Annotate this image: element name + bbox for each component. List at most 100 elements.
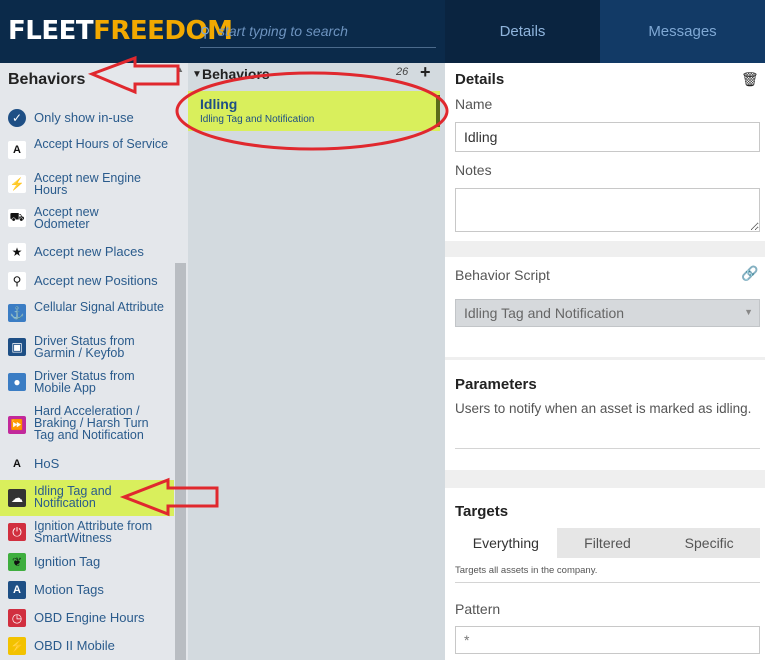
pattern-input[interactable] (455, 626, 760, 654)
scroll-up-icon[interactable]: ▲ (176, 65, 184, 74)
details-heading: Details (455, 71, 505, 88)
leaf-icon: ❦ (8, 553, 26, 571)
targets-section: Targets Everything Filtered Specific Tar… (445, 488, 765, 660)
sidebar-item-obd-engine-hours[interactable]: ◷ OBD Engine Hours (0, 607, 174, 629)
targets-heading: Targets (455, 503, 509, 520)
sidebar-item-label: Driver Status from Mobile App (34, 369, 135, 395)
sidebar-item-label: Driver Status from Garmin / Keyfob (34, 334, 135, 360)
sidebar-item-motion-tags[interactable]: A Motion Tags (0, 579, 174, 601)
sidebar-item-label: Hard Acceleration / Braking / Harsh Turn… (34, 404, 149, 442)
sidebar-item-cellular-signal-attribute[interactable]: ⚓ Cellular Signal Attribute (0, 299, 174, 327)
behavior-script-section: Behavior Script 🔗 Idling Tag and Notific… (445, 257, 765, 357)
filter-only-in-use[interactable]: ✓ Only show in-use (0, 107, 174, 129)
details-section: Details 🗑 Name Notes (445, 63, 765, 241)
divider (455, 448, 760, 449)
map-pin-icon: ⚲ (8, 272, 26, 290)
link-icon[interactable]: 🔗 (741, 265, 758, 282)
behavior-script-value: Idling Tag and Notification (464, 305, 625, 321)
top-bar: FLEETFREEDOM ⚲ Details Messages (0, 0, 765, 63)
hos-icon: A (8, 141, 26, 159)
check-circle-icon: ✓ (8, 109, 26, 127)
details-panel: Details 🗑 Name Notes Behavior Script 🔗 I… (445, 63, 765, 660)
star-icon: ★ (8, 243, 26, 261)
sidebar-item-label: OBD Engine Hours (34, 610, 145, 625)
fast-forward-icon: ⏩ (8, 416, 26, 434)
selection-indicator (436, 95, 440, 127)
collapse-caret-icon[interactable]: ▼ (192, 69, 202, 80)
motion-icon: A (8, 581, 26, 599)
list-item-idling[interactable]: Idling Idling Tag and Notification (188, 91, 440, 131)
sidebar-item-ignition-tag[interactable]: ❦ Ignition Tag (0, 551, 174, 573)
trash-icon[interactable]: 🗑 (741, 71, 759, 88)
bolt-icon: ⚡ (8, 175, 26, 193)
list-item-title: Idling (200, 96, 238, 112)
sidebar-item-label: Only show in-use (34, 110, 134, 125)
anchor-icon: ⚓ (8, 304, 26, 322)
sidebar-item-accept-new-positions[interactable]: ⚲ Accept new Positions (0, 270, 174, 292)
behaviors-sidebar: Behaviors ▲ ✓ Only show in-use A Accept … (0, 63, 188, 660)
tab-everything[interactable]: Everything (455, 528, 557, 558)
behavior-count: 26 (396, 66, 409, 78)
power-icon: ⏻ (8, 523, 26, 541)
logo-text-fleet: FLEET (8, 16, 94, 46)
sidebar-item-ignition-attribute[interactable]: ⏻ Ignition Attribute from SmartWitness (0, 518, 174, 546)
sidebar-item-label: Accept Hours of Service (34, 137, 169, 151)
parameters-heading: Parameters (455, 376, 537, 393)
parameters-section: Parameters Users to notify when an asset… (445, 360, 765, 470)
behavior-script-select[interactable]: Idling Tag and Notification ▼ (455, 299, 760, 327)
targets-note: Targets all assets in the company. (455, 565, 598, 576)
sidebar-item-label: Cellular Signal Attribute (34, 300, 164, 314)
search-icon: ⚲ (200, 24, 211, 40)
list-title: Behaviors (202, 66, 270, 82)
sidebar-item-driver-status-garmin[interactable]: ▣ Driver Status from Garmin / Keyfob (0, 333, 174, 361)
search-bar: ⚲ (200, 20, 436, 48)
sidebar-title: Behaviors (8, 71, 86, 88)
hos-icon: A (8, 455, 26, 473)
sidebar-item-obd-ii-mobile[interactable]: ⚡ OBD II Mobile (0, 635, 174, 657)
sidebar-item-label: HoS (34, 456, 60, 471)
sidebar-item-accept-new-odometer[interactable]: ⛟ Accept new Odometer (0, 204, 174, 232)
sidebar-item-accept-hours-of-service[interactable]: A Accept Hours of Service (0, 136, 174, 164)
plug-icon: ⚡ (8, 637, 26, 655)
cloud-icon: ☁ (8, 489, 26, 507)
sidebar-item-label: Accept new Places (34, 244, 144, 259)
sidebar-item-hard-acceleration[interactable]: ⏩ Hard Acceleration / Braking / Harsh Tu… (0, 403, 174, 447)
app-logo[interactable]: FLEETFREEDOM (8, 16, 233, 46)
sidebar-item-label: Accept new Odometer (34, 205, 99, 231)
sidebar-item-label: Accept new Engine Hours (34, 171, 142, 197)
sidebar-item-label: Accept new Positions (34, 273, 158, 288)
parameters-description: Users to notify when an asset is marked … (455, 401, 752, 416)
name-input[interactable] (455, 122, 760, 152)
sidebar-item-label: Motion Tags (34, 582, 104, 597)
person-icon: ● (8, 373, 26, 391)
clock-icon: ◷ (8, 609, 26, 627)
notes-label: Notes (455, 162, 492, 178)
sidebar-item-label: Idling Tag and Notification (34, 484, 112, 510)
sidebar-item-label: Ignition Attribute from SmartWitness (34, 519, 153, 545)
divider (455, 582, 760, 583)
sidebar-item-accept-new-engine-hours[interactable]: ⚡ Accept new Engine Hours (0, 170, 174, 198)
sidebar-item-driver-status-mobile[interactable]: ● Driver Status from Mobile App (0, 368, 174, 396)
behavior-script-label: Behavior Script (455, 267, 550, 283)
list-item-subtitle: Idling Tag and Notification (200, 114, 315, 125)
sidebar-item-accept-new-places[interactable]: ★ Accept new Places (0, 241, 174, 263)
car-icon: ⛟ (8, 209, 26, 227)
tab-details[interactable]: Details (445, 0, 600, 63)
sidebar-item-idling-tag[interactable]: ☁ Idling Tag and Notification (0, 482, 174, 512)
add-behavior-button[interactable]: + (420, 62, 431, 83)
sidebar-item-hos[interactable]: A HoS (0, 453, 174, 475)
behaviors-list-panel: ▼ Behaviors 26 + Idling Idling Tag and N… (188, 62, 445, 660)
device-icon: ▣ (8, 338, 26, 356)
name-label: Name (455, 96, 493, 112)
notes-textarea[interactable] (455, 188, 760, 232)
tab-filtered[interactable]: Filtered (556, 528, 659, 558)
tab-specific[interactable]: Specific (658, 528, 761, 558)
tab-messages[interactable]: Messages (600, 0, 765, 63)
sidebar-scrollbar[interactable] (175, 263, 186, 660)
search-input[interactable] (218, 23, 428, 39)
chevron-down-icon: ▼ (744, 307, 753, 317)
list-header: ▼ Behaviors 26 + (188, 62, 445, 91)
sidebar-item-label: OBD II Mobile (34, 638, 115, 653)
pattern-label: Pattern (455, 601, 501, 617)
targets-tabs: Everything Filtered Specific (455, 528, 761, 558)
